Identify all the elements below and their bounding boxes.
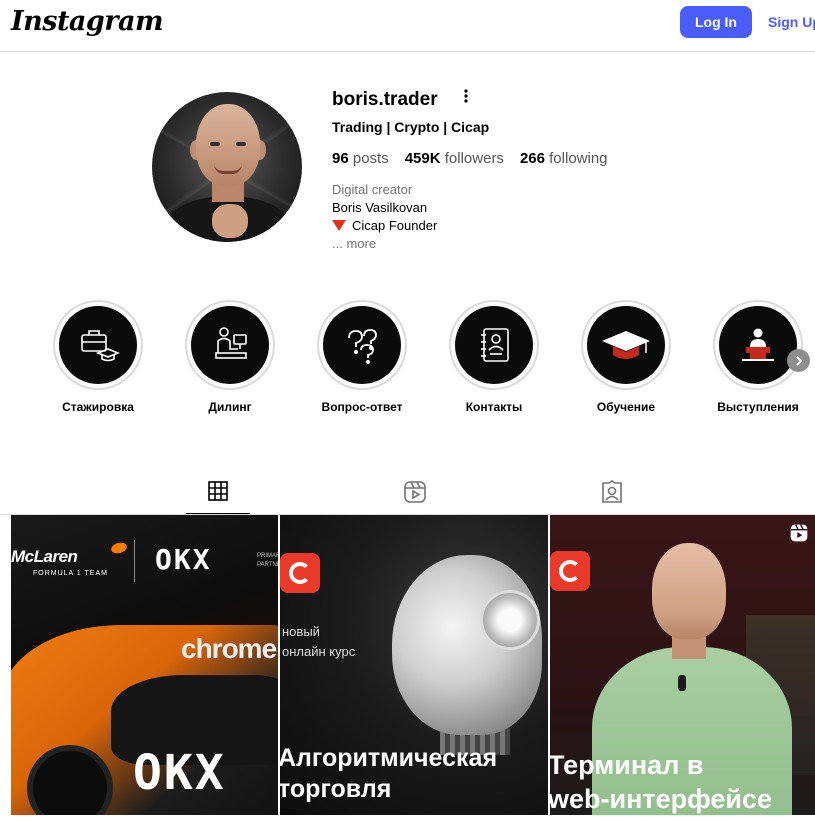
reels-icon (789, 523, 809, 548)
okx-subtitle: PRIMARY PARTNER (257, 553, 278, 568)
contact-book-icon (455, 306, 533, 384)
avatar-eye (210, 142, 220, 146)
highlight-label: Вопрос-ответ (321, 400, 403, 414)
posts-label: posts (352, 150, 389, 167)
mclaren-logo: McLaren (11, 547, 78, 566)
posts-count: 96 (332, 150, 349, 167)
highlight-contacts[interactable]: Контакты (449, 300, 539, 414)
question-marks-icon (323, 306, 401, 384)
car-okx-logo: OKX (133, 745, 226, 801)
top-bar: Instagram Log In Sign Up (0, 0, 815, 52)
post-title-line: Терминал в (550, 750, 704, 780)
post-mclaren-okx[interactable]: McLaren FORMULA 1 TEAM OKX PRIMARY PARTN… (11, 515, 278, 815)
post-title: Терминал в web-интерфейсе (550, 748, 772, 815)
highlight-education[interactable]: Обучение (581, 300, 671, 414)
followers-stat[interactable]: 459K followers (405, 150, 504, 167)
highlight-internship[interactable]: Стажировка (53, 300, 143, 414)
grid-icon (207, 480, 229, 507)
okx-logo: OKX (155, 543, 212, 576)
post-algo-trading[interactable]: новый онлайн курс Алгоритмическая торгов… (280, 515, 548, 815)
instagram-logo[interactable]: Instagram (11, 6, 164, 37)
bio-more-link[interactable]: ... more (332, 236, 376, 251)
highlight-qa[interactable]: Вопрос-ответ (317, 300, 407, 414)
microphone-icon (678, 675, 686, 691)
bio-category: Digital creator (332, 182, 413, 197)
signup-link[interactable]: Sign Up (768, 14, 815, 30)
highlight-ring (185, 300, 275, 390)
highlight-label: Дилинг (208, 400, 252, 414)
highlight-ring (581, 300, 671, 390)
highlight-label: Выступления (717, 400, 799, 414)
robot-ear (480, 590, 540, 650)
highlight-label: Обучение (596, 400, 656, 414)
highlight-dealing[interactable]: Дилинг (185, 300, 275, 414)
speaker-podium-icon (719, 306, 797, 384)
followers-label: followers (444, 150, 504, 167)
person-head (652, 543, 726, 639)
avatar-eye (236, 142, 246, 146)
highlight-label: Стажировка (62, 400, 134, 414)
post-title-line: Алгоритмическая (280, 744, 498, 772)
cicap-logo-icon (550, 551, 590, 591)
car-sponsor-text: chrome (181, 633, 277, 664)
bio-name: Boris Vasilkovan (332, 200, 428, 215)
logo-separator (134, 540, 135, 582)
graduation-cap-icon (587, 306, 665, 384)
post-subtitle: новый онлайн курс (282, 622, 355, 662)
highlight-ring (713, 300, 803, 390)
briefcase-graduation-icon (59, 306, 137, 384)
tab-tagged[interactable] (580, 474, 644, 514)
tab-reels[interactable] (383, 474, 447, 514)
tab-posts[interactable] (186, 474, 250, 514)
post-title-line: web-интерфейсе (550, 784, 773, 814)
cicap-logo-icon (280, 553, 320, 593)
posts-stat[interactable]: 96 posts (332, 150, 389, 167)
trader-desk-icon (191, 306, 269, 384)
highlight-ring (317, 300, 407, 390)
highlight-ring (53, 300, 143, 390)
following-label: following (549, 150, 608, 167)
followers-count: 459K (404, 150, 441, 167)
post-title-line: торговля (280, 775, 392, 803)
highlights-next-button[interactable] (787, 349, 810, 372)
avatar-hand (212, 204, 248, 238)
red-triangle-icon (332, 220, 346, 231)
profile-stats: 96 posts 459K followers 266 following (332, 150, 624, 167)
mclaren-subtitle: FORMULA 1 TEAM (33, 570, 108, 577)
post-web-terminal[interactable]: Терминал в web-интерфейсе (550, 515, 815, 815)
more-options-icon[interactable] (463, 88, 469, 107)
post-subtitle-line: новый (282, 624, 320, 639)
following-stat[interactable]: 266 following (520, 150, 608, 167)
profile-username: boris.trader (332, 89, 438, 110)
mclaren-swoosh-icon (109, 541, 129, 555)
login-button[interactable]: Log In (680, 6, 752, 38)
chevron-right-icon (795, 355, 802, 366)
tagged-icon (600, 479, 624, 509)
bio-founder-line: Cicap Founder (332, 218, 437, 233)
highlight-ring (449, 300, 539, 390)
profile-avatar[interactable] (152, 92, 302, 242)
reels-icon (403, 480, 427, 509)
profile-tagline: Trading | Crypto | Cicap (332, 119, 490, 135)
bio-founder-text: Cicap Founder (352, 218, 438, 233)
following-count: 266 (519, 150, 545, 167)
highlight-label: Контакты (465, 400, 523, 414)
post-title: Алгоритмическая торговля (280, 743, 497, 805)
post-subtitle-line: онлайн курс (282, 644, 356, 659)
